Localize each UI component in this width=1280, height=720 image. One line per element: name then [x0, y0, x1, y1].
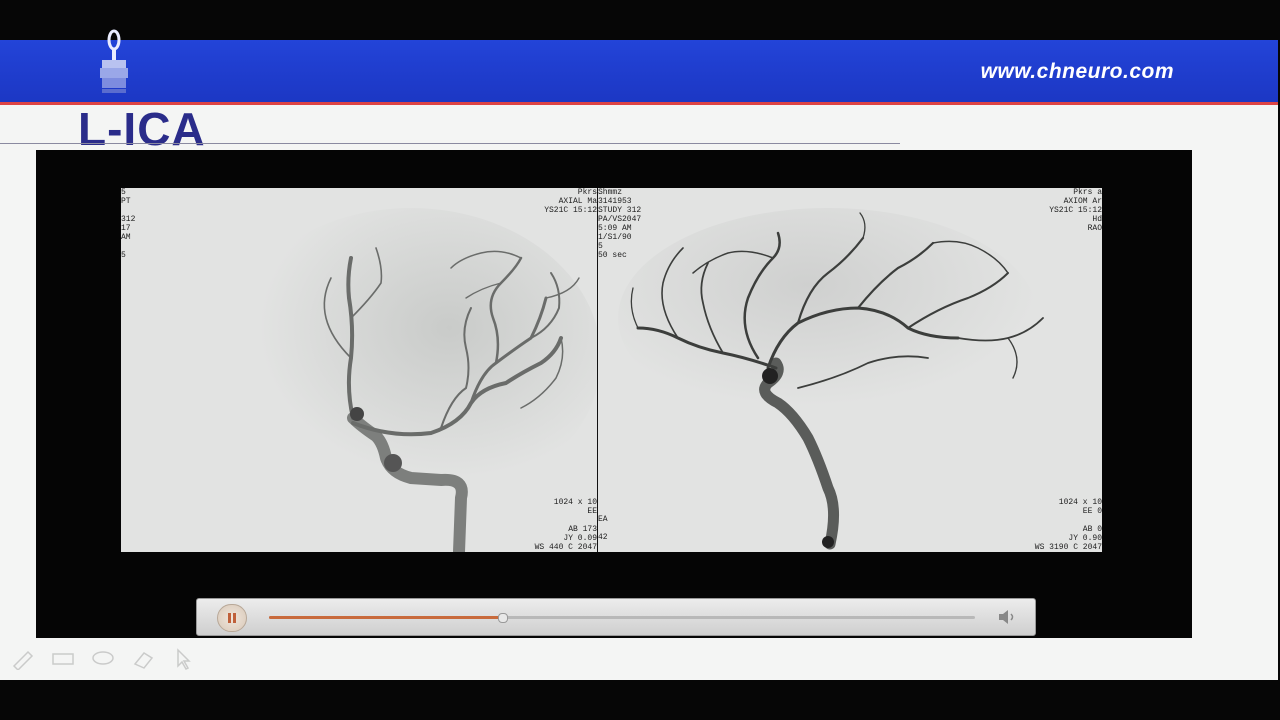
site-url: www.chneuro.com [980, 60, 1174, 83]
vessel-tree-frontal [221, 208, 597, 552]
lasso-icon[interactable] [90, 648, 116, 670]
title-divider [0, 143, 900, 144]
seek-bar-handle[interactable] [497, 613, 508, 623]
vessel-tree-lateral [618, 208, 1044, 550]
logo-icon [100, 29, 128, 93]
angiogram-lateral-view: Shmmz 3141953 STUDY 312 PA/VS2047 5:09 A… [598, 188, 1102, 552]
dicom-info-top-right: Pkrs a AXIOM Ar YS21C 15:12 Hd RAO [1049, 188, 1102, 233]
header-bar: www.chneuro.com [0, 29, 1278, 105]
seek-bar-progress [269, 616, 502, 619]
dicom-info-bottom-right: 1024 x 10 EE 0 AB 0 JY 0.90 WS 3190 C 20… [1034, 498, 1102, 552]
seek-bar[interactable] [269, 613, 975, 623]
dicom-info-top-right: Pkrs AXIAL Ma YS21C 15:12 [544, 188, 597, 215]
pointer-icon[interactable] [170, 648, 196, 670]
eraser-icon[interactable] [130, 648, 156, 670]
dicom-info-bottom-left: EA 42 [598, 515, 608, 542]
pen-icon[interactable] [10, 648, 36, 670]
slide-title: L-ICA [78, 103, 206, 155]
video-player[interactable]: 5 PT 312 17 AM 5 Pkrs AXIAL Ma YS21C 15:… [36, 150, 1192, 638]
volume-icon[interactable] [997, 609, 1019, 625]
dicom-info-bottom-right: 1024 x 10 EE AB 173 JY 0.09 WS 440 C 204… [534, 498, 597, 552]
highlighter-icon[interactable] [50, 648, 76, 670]
dicom-info-top-left: 5 PT 312 17 AM 5 [121, 188, 136, 260]
dicom-info-top-left: Shmmz 3141953 STUDY 312 PA/VS2047 5:09 A… [598, 188, 642, 260]
pause-icon[interactable] [217, 604, 247, 632]
playback-controls [196, 598, 1036, 636]
presentation-slide: www.chneuro.com L-ICA 5 PT 312 17 AM 5 P… [0, 29, 1278, 680]
angiogram-frontal-view: 5 PT 312 17 AM 5 Pkrs AXIAL Ma YS21C 15:… [121, 188, 597, 552]
